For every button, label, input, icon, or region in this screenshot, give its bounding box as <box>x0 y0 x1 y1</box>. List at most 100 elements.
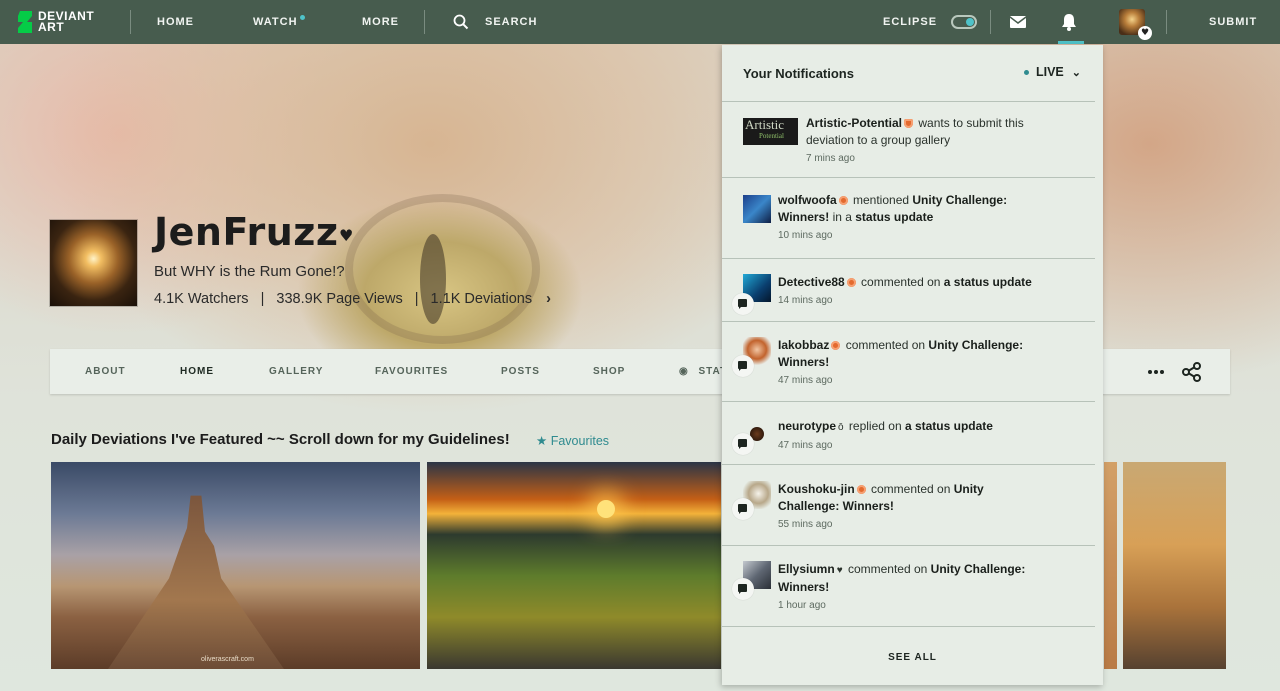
group-badge-icon <box>904 119 914 128</box>
notification-item[interactable]: neurotype ō replied on a status update 47… <box>722 418 1095 468</box>
notification-time: 7 mins ago <box>806 153 855 164</box>
bell-icon <box>1062 14 1076 31</box>
notification-divider <box>722 321 1095 322</box>
submit-button[interactable]: SUBMIT <box>1209 0 1257 44</box>
beta-tester-badge-icon: ō <box>838 422 844 433</box>
notification-time: 55 mins ago <box>778 519 833 530</box>
notification-action: commented on <box>857 275 944 289</box>
avatar-heart-badge-icon: ♥ <box>1138 26 1152 40</box>
notification-user[interactable]: Artistic-Potential <box>806 116 902 130</box>
eye-icon: ◉ <box>679 366 689 377</box>
notifications-title: Your Notifications <box>743 66 854 81</box>
nav-divider <box>990 10 991 34</box>
butte-rock-shape <box>106 495 286 669</box>
search-icon <box>453 14 469 30</box>
group-avatar: Artistic Potential <box>743 118 798 145</box>
live-mode-dropdown[interactable]: LIVE ⌄ <box>1023 65 1081 79</box>
sunset-sun <box>597 500 615 518</box>
eclipse-switch[interactable] <box>951 15 978 29</box>
nav-divider <box>1166 10 1167 34</box>
notification-time: 47 mins ago <box>778 440 833 451</box>
notification-time: 47 mins ago <box>778 375 833 386</box>
comment-bubble-icon <box>732 433 754 455</box>
share-icon[interactable] <box>1181 361 1203 383</box>
tab-favourites[interactable]: FAVOURITES <box>375 349 448 394</box>
notification-time: 14 mins ago <box>778 295 833 306</box>
deviations-count: 1.1K Deviations <box>430 291 533 307</box>
tab-shop[interactable]: SHOP <box>593 349 625 394</box>
eclipse-toggle[interactable]: ECLIPSE <box>883 0 978 44</box>
notification-item[interactable]: Iakobbaz commented on Unity Challenge: W… <box>722 337 1095 397</box>
chevron-right-icon: › <box>546 291 551 307</box>
stat-separator: | <box>260 291 265 307</box>
nav-more[interactable]: MORE <box>362 0 399 44</box>
favourites-link[interactable]: ★ Favourites <box>536 433 609 448</box>
deviation-thumbnail[interactable] <box>1123 462 1226 669</box>
notification-user[interactable]: neurotype <box>778 419 836 433</box>
notification-divider <box>722 464 1095 465</box>
tab-gallery[interactable]: GALLERY <box>269 349 323 394</box>
top-navigation-bar: DEVIANT ART HOME WATCH MORE SEARCH ECLIP… <box>0 0 1280 44</box>
user-avatar <box>743 195 771 223</box>
search-button[interactable]: SEARCH <box>453 0 537 44</box>
messages-button[interactable] <box>1010 0 1026 44</box>
notification-target[interactable]: a status update <box>905 419 993 433</box>
notification-connector: in a <box>829 210 856 224</box>
notification-user[interactable]: Detective88 <box>778 275 845 289</box>
comment-bubble-icon <box>732 498 754 520</box>
profile-stats[interactable]: 4.1K Watchers | 338.9K Page Views | 1.1K… <box>154 291 551 307</box>
profile-avatar[interactable] <box>50 220 137 306</box>
deviation-thumbnail[interactable] <box>427 462 721 669</box>
notification-item[interactable]: Ellysiumn ♥ commented on Unity Challenge:… <box>722 561 1095 621</box>
notification-action: replied on <box>845 419 905 433</box>
logo-text-line2: ART <box>38 20 65 34</box>
stat-separator: | <box>414 291 419 307</box>
deviation-thumbnail[interactable]: oliverascraft.com <box>51 462 420 669</box>
notification-action: commented on <box>842 338 929 352</box>
comment-bubble-icon <box>732 578 754 600</box>
core-member-badge-icon <box>831 341 841 350</box>
notifications-active-indicator <box>1058 41 1084 44</box>
notification-item[interactable]: Detective88 commented on a status update… <box>722 274 1095 334</box>
cover-cat-pupil <box>420 234 446 324</box>
tab-about[interactable]: ABOUT <box>85 349 126 394</box>
tab-home[interactable]: HOME <box>180 349 214 394</box>
tab-stats[interactable]: ◉ STAT <box>679 349 727 394</box>
notification-item[interactable]: Artistic Potential Artistic-Potential wa… <box>722 115 1095 177</box>
tab-posts[interactable]: POSTS <box>501 349 540 394</box>
heart-icon: ♥ <box>836 565 843 576</box>
core-member-badge-icon <box>846 278 856 287</box>
search-label: SEARCH <box>485 16 538 28</box>
section-title: Daily Deviations I've Featured ~~ Scroll… <box>51 431 510 448</box>
notification-action: mentioned <box>849 193 913 207</box>
see-all-button[interactable]: SEE ALL <box>722 652 1103 663</box>
notification-time: 10 mins ago <box>778 230 833 241</box>
profile-username[interactable]: JenFruzz <box>154 210 339 254</box>
more-options-icon[interactable] <box>1145 361 1167 383</box>
notification-action: commented on <box>844 562 931 576</box>
deviantart-logo-icon <box>18 11 32 33</box>
notification-item[interactable]: wolfwoofa mentioned Unity Challenge: Win… <box>722 192 1095 252</box>
live-mode-label: LIVE <box>1035 65 1064 79</box>
nav-divider <box>130 10 131 34</box>
notification-item[interactable]: Koushoku-jin commented on Unity Challeng… <box>722 481 1095 541</box>
notifications-button[interactable] <box>1060 0 1078 44</box>
core-member-badge-icon <box>838 196 848 205</box>
favourites-link-label: Favourites <box>550 434 610 448</box>
notification-target[interactable]: a status update <box>944 275 1032 289</box>
deviantart-logo[interactable]: DEVIANT ART <box>18 10 102 34</box>
notification-user[interactable]: wolfwoofa <box>778 193 837 207</box>
nav-watch[interactable]: WATCH <box>253 0 305 44</box>
notification-target[interactable]: status update <box>855 210 933 224</box>
notification-user[interactable]: Iakobbaz <box>778 338 829 352</box>
notification-user[interactable]: Ellysiumn <box>778 562 835 576</box>
deviation-thumbnail[interactable] <box>1104 462 1117 669</box>
nav-home[interactable]: HOME <box>157 0 194 44</box>
notification-divider <box>722 626 1095 627</box>
star-icon: ★ <box>536 434 548 448</box>
notification-user[interactable]: Koushoku-jin <box>778 482 855 496</box>
notification-time: 1 hour ago <box>778 600 826 611</box>
nav-divider <box>424 10 425 34</box>
notification-action: commented on <box>867 482 954 496</box>
watch-new-indicator <box>299 14 305 20</box>
